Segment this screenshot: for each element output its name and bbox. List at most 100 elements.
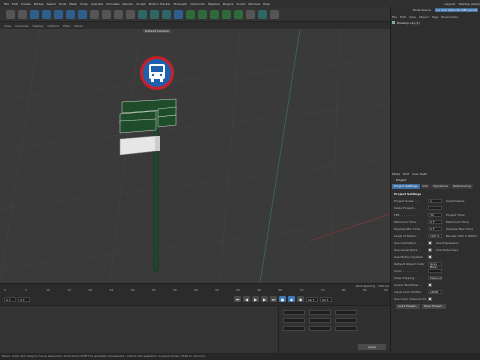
am-tab-dynamics[interactable]: Dynamics: [431, 184, 451, 189]
size-y-field[interactable]: [309, 318, 331, 323]
menu-item-file[interactable]: File: [4, 2, 9, 6]
rotate-icon[interactable]: [66, 9, 75, 19]
view-menu-options[interactable]: Options: [48, 24, 60, 28]
next-key-icon[interactable]: ▶: [261, 296, 268, 302]
menu-item-sculpt[interactable]: Sculpt: [136, 2, 145, 6]
property-checkbox[interactable]: [428, 282, 432, 287]
menu-item-plugins[interactable]: Plugins: [223, 2, 234, 6]
property-checkbox[interactable]: [428, 240, 432, 245]
z-axis-icon[interactable]: [114, 9, 123, 19]
property-value-field[interactable]: [428, 268, 442, 273]
undo-icon[interactable]: [6, 9, 15, 19]
menu-item-edit[interactable]: Edit: [12, 2, 18, 6]
property-value-field[interactable]: 0 F: [428, 219, 442, 224]
menu-item-snap[interactable]: Snap: [80, 2, 88, 6]
floor-icon[interactable]: [246, 9, 255, 19]
menu-item-pipeline[interactable]: Pipeline: [208, 2, 220, 6]
node-space-tab[interactable]: Current (Standard/Physical): [434, 7, 478, 12]
am-menu-edit[interactable]: Edit: [403, 172, 409, 176]
goto-end-icon[interactable]: ⏭: [270, 296, 277, 302]
node-space-tab[interactable]: Node Space:: [413, 8, 432, 12]
cube-icon[interactable]: [174, 9, 183, 19]
pos-y-field[interactable]: [283, 318, 305, 323]
menu-item-modes[interactable]: Modes: [34, 2, 44, 6]
light-icon[interactable]: [270, 9, 279, 19]
am-tab-referencing[interactable]: Referencing: [451, 184, 473, 189]
autokey-icon[interactable]: ◉: [288, 296, 295, 302]
view-menu-panel[interactable]: Panel: [75, 24, 83, 28]
array-icon[interactable]: [210, 9, 219, 19]
menu-item-script[interactable]: Script: [237, 2, 246, 6]
pen-icon[interactable]: [186, 9, 195, 19]
render-settings-icon[interactable]: [162, 9, 171, 19]
camera-label[interactable]: Default Camera: [143, 29, 171, 33]
property-checkbox[interactable]: [428, 296, 432, 301]
load-preset-button[interactable]: Load Preset...: [396, 304, 420, 309]
object-row[interactable]: Busstop.obj (1): [392, 20, 478, 25]
prev-key-icon[interactable]: ◀: [243, 296, 250, 302]
current-frame-field[interactable]: 0 F: [18, 296, 30, 302]
rot-b-field[interactable]: [335, 326, 357, 331]
property-checkbox[interactable]: [428, 254, 432, 259]
menu-item-character[interactable]: Character: [190, 2, 205, 6]
am-tab-project-settings[interactable]: Project Settings: [392, 184, 420, 189]
size-x-field[interactable]: [309, 310, 331, 315]
size-z-field[interactable]: [309, 326, 331, 331]
menu-item-render[interactable]: Render: [123, 2, 134, 6]
select-icon[interactable]: [30, 9, 39, 19]
om-menu-tags[interactable]: Tags: [432, 15, 439, 19]
y-axis-icon[interactable]: [102, 9, 111, 19]
menu-item-tools[interactable]: Tools: [59, 2, 66, 6]
redo-icon[interactable]: [18, 9, 27, 19]
render-view-icon[interactable]: [138, 9, 147, 19]
om-menu-view[interactable]: View: [409, 15, 416, 19]
coord-icon[interactable]: [126, 9, 135, 19]
menu-item-mesh[interactable]: Mesh: [69, 2, 77, 6]
property-value-field[interactable]: Gray Blue: [428, 261, 442, 268]
move-icon[interactable]: [42, 9, 51, 19]
goto-start-icon[interactable]: ⏮: [234, 296, 241, 302]
viewport[interactable]: [0, 29, 390, 283]
record-icon[interactable]: ●: [279, 296, 286, 302]
boole-icon[interactable]: [222, 9, 231, 19]
material-manager[interactable]: [0, 305, 278, 353]
scale-icon[interactable]: [54, 9, 63, 19]
rot-p-field[interactable]: [335, 318, 357, 323]
am-menu-user-data[interactable]: User Data: [412, 172, 427, 176]
view-menu-display[interactable]: Display: [32, 24, 43, 28]
property-value-field[interactable]: Medium: [428, 275, 442, 280]
render-icon[interactable]: [150, 9, 159, 19]
property-value-field[interactable]: 30: [428, 212, 442, 217]
om-menu-bookmarks[interactable]: Bookmarks: [441, 15, 458, 19]
layout-select[interactable]: Startup (User): [459, 2, 480, 6]
menu-item-select[interactable]: Select: [47, 2, 56, 6]
x-axis-icon[interactable]: [90, 9, 99, 19]
rot-h-field[interactable]: [335, 310, 357, 315]
play-icon[interactable]: ▶: [252, 296, 259, 302]
save-preset-button[interactable]: Save Preset...: [422, 304, 446, 309]
preview-end-field[interactable]: 90 F: [320, 296, 332, 302]
om-menu-file[interactable]: File: [392, 15, 397, 19]
menu-item-animate[interactable]: Animate: [91, 2, 104, 6]
view-menu-view[interactable]: View: [4, 24, 11, 28]
view-menu-cameras[interactable]: Cameras: [15, 24, 28, 28]
object-name[interactable]: Busstop.obj (1): [397, 21, 420, 25]
camera-icon[interactable]: [258, 9, 267, 19]
recent-icon[interactable]: [78, 9, 87, 19]
view-menu-filter[interactable]: Filter: [63, 24, 70, 28]
property-value-field[interactable]: 1: [428, 198, 442, 203]
property-value-field[interactable]: [428, 205, 442, 210]
keyframe-icon[interactable]: ◆: [297, 296, 304, 302]
pos-z-field[interactable]: [283, 326, 305, 331]
menu-item-window[interactable]: Window: [248, 2, 260, 6]
menu-item-mograph[interactable]: MoGraph: [174, 2, 188, 6]
om-menu-edit[interactable]: Edit: [400, 15, 406, 19]
property-value-field[interactable]: 100 %: [428, 233, 442, 238]
property-checkbox[interactable]: [428, 247, 432, 252]
apply-button[interactable]: Apply: [358, 344, 386, 350]
start-frame-field[interactable]: 0 F: [4, 296, 16, 302]
property-value-field[interactable]: 0 F: [428, 226, 442, 231]
menu-item-create[interactable]: Create: [21, 2, 31, 6]
menu-item-simulate[interactable]: Simulate: [106, 2, 119, 6]
subdivision-icon[interactable]: [198, 9, 207, 19]
